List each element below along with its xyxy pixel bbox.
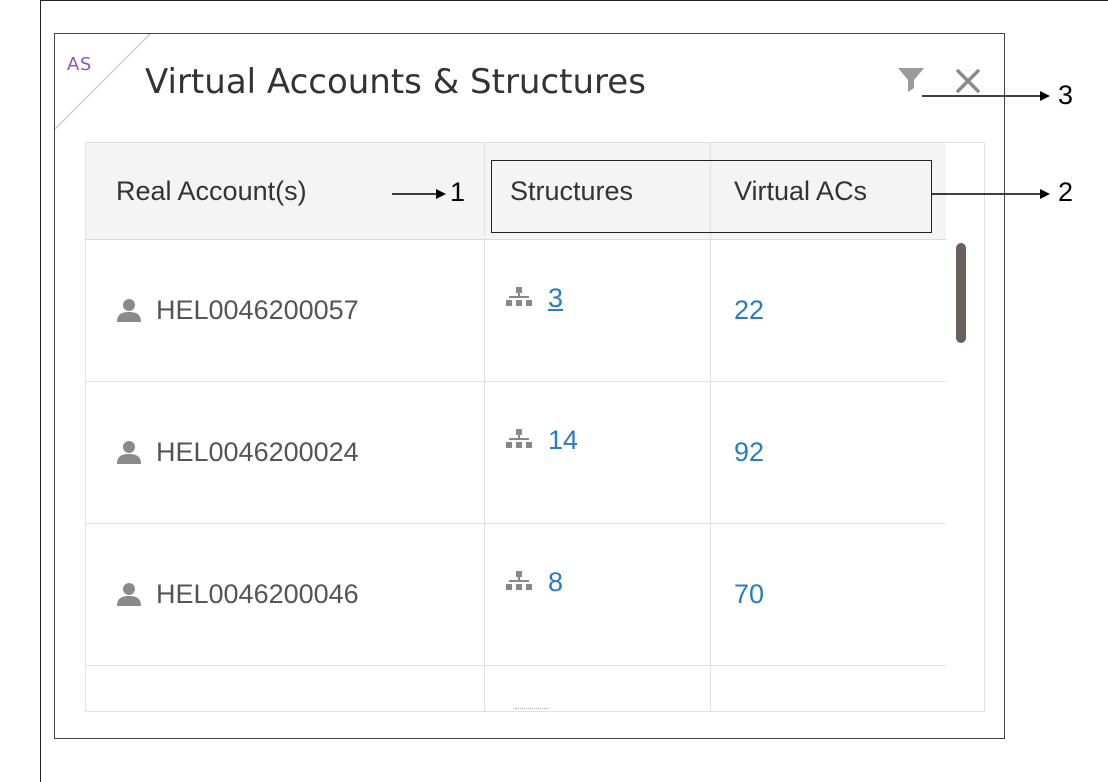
account-number: HEL0046200057 xyxy=(156,294,359,325)
corner-fold xyxy=(55,34,151,130)
virtual-acs-link[interactable]: 70 xyxy=(734,579,764,610)
widget-tag: AS xyxy=(67,54,92,75)
structures-link[interactable]: 8 xyxy=(548,567,563,598)
structures-cell: 3 xyxy=(506,227,563,369)
user-icon xyxy=(117,441,141,464)
callout-arrow-3 xyxy=(922,91,1050,101)
user-icon xyxy=(117,583,141,606)
table-row[interactable]: HEL0046200046 8 70 xyxy=(86,523,946,666)
account-cell: HEL0046200057 xyxy=(116,239,359,381)
virtual-acs-cell: 22 xyxy=(734,239,764,381)
callout-label-2: 2 xyxy=(1058,177,1074,207)
hierarchy-icon xyxy=(506,287,532,306)
virtual-accounts-widget: AS Virtual Accounts & Structures Real Ac… xyxy=(54,33,1005,739)
account-cell: HEL0046200046 xyxy=(116,523,359,665)
widget-title: Virtual Accounts & Structures xyxy=(145,62,646,102)
virtual-acs-link[interactable]: 92 xyxy=(734,437,764,468)
structures-link[interactable]: 3 xyxy=(548,283,563,314)
callout-label-1: 1 xyxy=(450,177,466,207)
table-row[interactable]: HEL0046200024 14 92 xyxy=(86,381,946,524)
table-row[interactable] xyxy=(86,665,946,711)
callout-label-3: 3 xyxy=(1058,80,1074,110)
account-cell: HEL0046200024 xyxy=(116,381,359,523)
vertical-scrollbar[interactable] xyxy=(956,243,966,343)
structures-cell: 8 xyxy=(506,511,563,653)
header-real-accounts[interactable]: Real Account(s) xyxy=(116,143,307,239)
virtual-acs-cell: 92 xyxy=(734,381,764,523)
account-number: HEL0046200024 xyxy=(156,436,359,467)
callout-arrow-2 xyxy=(932,189,1050,199)
structures-link[interactable]: 14 xyxy=(548,425,578,456)
virtual-acs-link[interactable]: 22 xyxy=(734,295,764,326)
table-row[interactable]: HEL0046200057 3 22 xyxy=(86,239,946,382)
virtual-acs-cell: 70 xyxy=(734,523,764,665)
user-icon xyxy=(117,299,141,322)
callout-box-columns xyxy=(491,160,932,233)
callout-arrow-1 xyxy=(392,189,446,199)
hierarchy-icon xyxy=(506,571,532,590)
structures-cell: 14 xyxy=(506,369,578,511)
resize-grip[interactable] xyxy=(515,708,549,712)
account-number: HEL0046200046 xyxy=(156,578,359,609)
hierarchy-icon xyxy=(506,429,532,448)
